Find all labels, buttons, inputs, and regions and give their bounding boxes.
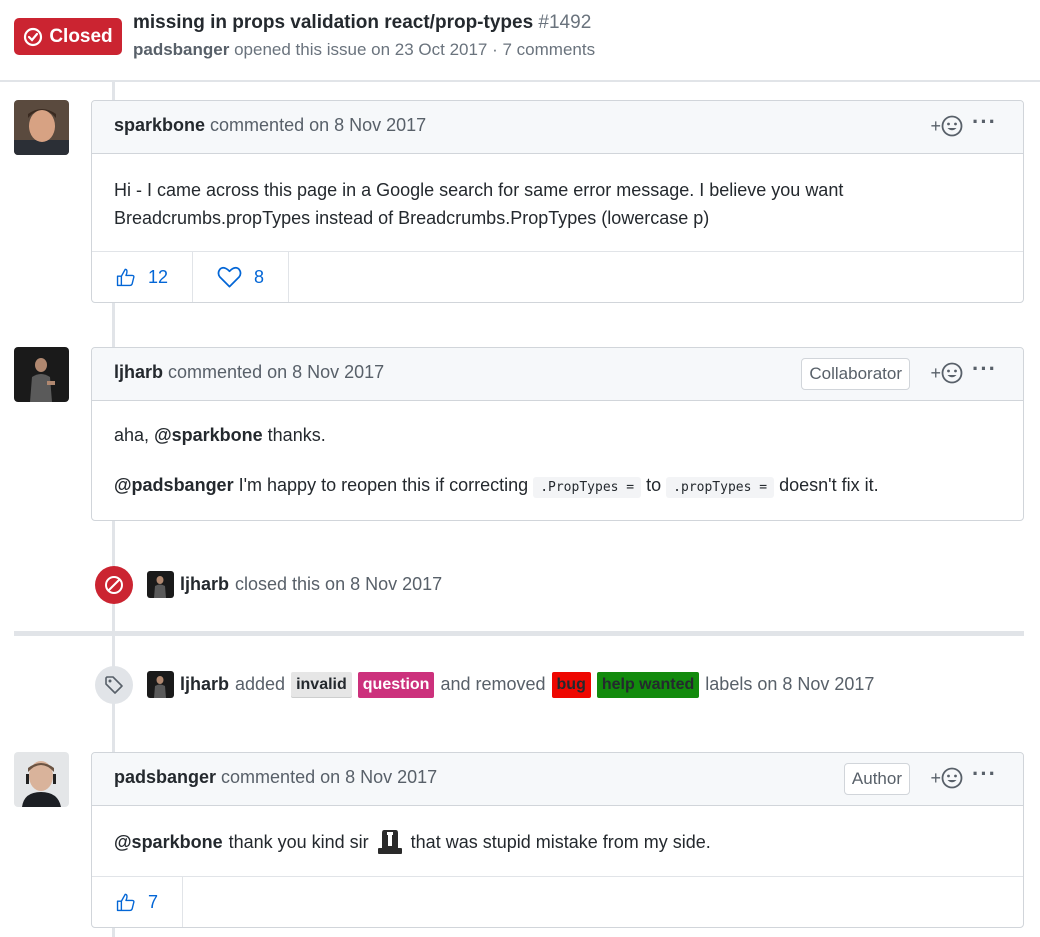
more-options-button[interactable]: ··· — [972, 761, 997, 787]
comment-text: aha, — [114, 425, 150, 445]
author-badge: Author — [843, 763, 910, 795]
labeled-event: ljharb added invalid question and remove… — [147, 671, 874, 698]
comment-text: to — [646, 475, 662, 495]
event-text: and removed — [440, 674, 546, 694]
issue-title-text: missing in props validation react/prop-t… — [133, 12, 534, 33]
issue-state-badge: Closed — [14, 18, 122, 55]
comment-paragraph: aha, @sparkbone thanks. — [114, 421, 1001, 449]
inline-code: .PropTypes = — [533, 477, 642, 498]
comment-timestamp[interactable]: commented on 8 Nov 2017 — [221, 767, 437, 787]
more-options-button[interactable]: ··· — [972, 356, 997, 382]
label-help-wanted[interactable]: help wanted — [596, 671, 700, 698]
avatar[interactable] — [14, 100, 69, 155]
inline-code: .propTypes = — [666, 477, 775, 498]
label-invalid[interactable]: invalid — [291, 671, 352, 698]
issue-closed-icon — [24, 27, 43, 46]
heart-icon — [217, 266, 242, 288]
plus-sign: + — [930, 767, 941, 788]
plus-sign: + — [930, 362, 941, 383]
issue-subtitle: padsbanger opened this issue on 23 Oct 2… — [133, 40, 595, 60]
header-divider — [0, 80, 1040, 82]
comment-text: that was stupid mistake from my side. — [410, 832, 711, 852]
smiley-icon — [941, 115, 963, 137]
reaction-count: 7 — [147, 891, 158, 912]
comment-box: ljharb commented on 8 Nov 2017 Collabora… — [91, 347, 1024, 521]
issue-author-link[interactable]: padsbanger — [133, 40, 229, 59]
reaction-thumbs-up[interactable]: 12 — [92, 252, 193, 302]
issue-title: missing in props validation react/prop-t… — [133, 12, 591, 34]
comment-header: sparkbone commented on 8 Nov 2017 + ··· — [92, 101, 1023, 154]
comment-paragraph: @sparkbone thank you kind sir that was s… — [114, 828, 1001, 856]
add-reaction-button[interactable]: + — [930, 115, 963, 137]
label-bug[interactable]: bug — [551, 671, 591, 698]
comment-meta: ljharb commented on 8 Nov 2017 — [114, 362, 384, 383]
label-event-badge — [95, 666, 133, 704]
avatar[interactable] — [14, 752, 69, 807]
comment-author[interactable]: ljharb — [114, 362, 163, 382]
user-mention[interactable]: @padsbanger — [114, 475, 234, 495]
comment-text: thank you kind sir — [228, 832, 369, 852]
comment-meta: sparkbone commented on 8 Nov 2017 — [114, 115, 426, 136]
reaction-thumbs-up[interactable]: 7 — [92, 877, 183, 927]
comment-box: sparkbone commented on 8 Nov 2017 + ··· … — [91, 100, 1024, 303]
reactions-bar: 7 — [92, 876, 1023, 927]
comment-timestamp[interactable]: commented on 8 Nov 2017 — [210, 115, 426, 135]
comment-header: padsbanger commented on 8 Nov 2017 Autho… — [92, 753, 1023, 806]
event-text: added — [235, 674, 286, 694]
comment-meta: padsbanger commented on 8 Nov 2017 — [114, 767, 437, 788]
label-question[interactable]: question — [357, 671, 435, 698]
avatar[interactable] — [147, 571, 174, 598]
issue-number: #1492 — [538, 12, 592, 33]
comment-text-line: Breadcrumbs.propTypes instead of Breadcr… — [114, 208, 710, 228]
tag-icon — [105, 676, 123, 694]
add-reaction-button[interactable]: + — [930, 362, 963, 384]
closed-event: ljharb closed this on 8 Nov 2017 — [147, 571, 442, 598]
comment-header: ljharb commented on 8 Nov 2017 Collabora… — [92, 348, 1023, 401]
comment-timestamp[interactable]: commented on 8 Nov 2017 — [168, 362, 384, 382]
comment-author[interactable]: padsbanger — [114, 767, 216, 787]
issue-state-label: Closed — [49, 25, 113, 47]
reaction-count: 12 — [147, 266, 168, 287]
plus-sign: + — [930, 115, 941, 136]
smiley-icon — [941, 362, 963, 384]
more-options-button[interactable]: ··· — [972, 109, 997, 135]
event-text: labels on 8 Nov 2017 — [705, 674, 875, 694]
comment-body: @sparkbone thank you kind sir that was s… — [92, 806, 1023, 876]
comment-box: padsbanger commented on 8 Nov 2017 Autho… — [91, 752, 1024, 928]
timeline-divider — [14, 631, 1024, 636]
reaction-heart[interactable]: 8 — [193, 252, 289, 302]
reaction-count: 8 — [253, 266, 264, 287]
avatar[interactable] — [14, 347, 69, 402]
comment-body: aha, @sparkbone thanks. @padsbanger I'm … — [92, 401, 1023, 524]
add-reaction-button[interactable]: + — [930, 767, 963, 789]
comment-text-line: Hi - I came across this page in a Google… — [114, 180, 844, 200]
comment-paragraph: @padsbanger I'm happy to reopen this if … — [114, 471, 1001, 502]
thumbs-up-icon — [116, 893, 135, 912]
comment-text: doesn't fix it. — [779, 475, 879, 495]
circle-slash-icon — [105, 576, 123, 594]
user-mention[interactable]: @sparkbone — [154, 425, 263, 445]
reactions-bar: 12 8 — [92, 251, 1023, 302]
closed-event-badge — [95, 566, 133, 604]
event-text: closed this on 8 Nov 2017 — [235, 574, 443, 594]
event-actor[interactable]: ljharb — [180, 674, 229, 695]
avatar[interactable] — [147, 671, 174, 698]
comment-text: thanks. — [267, 425, 326, 445]
event-actor[interactable]: ljharb — [180, 574, 229, 595]
comment-text: I'm happy to reopen this if correcting — [238, 475, 529, 495]
comment-author[interactable]: sparkbone — [114, 115, 205, 135]
issue-opened-text: opened this issue on 23 Oct 2017 · 7 com… — [234, 40, 596, 59]
user-mention[interactable]: @sparkbone — [114, 828, 223, 856]
comment-body: Hi - I came across this page in a Google… — [92, 154, 1023, 251]
thumbs-up-icon — [116, 268, 135, 287]
bow-emoji-icon — [377, 830, 402, 854]
collaborator-badge: Collaborator — [801, 358, 910, 390]
smiley-icon — [941, 767, 963, 789]
